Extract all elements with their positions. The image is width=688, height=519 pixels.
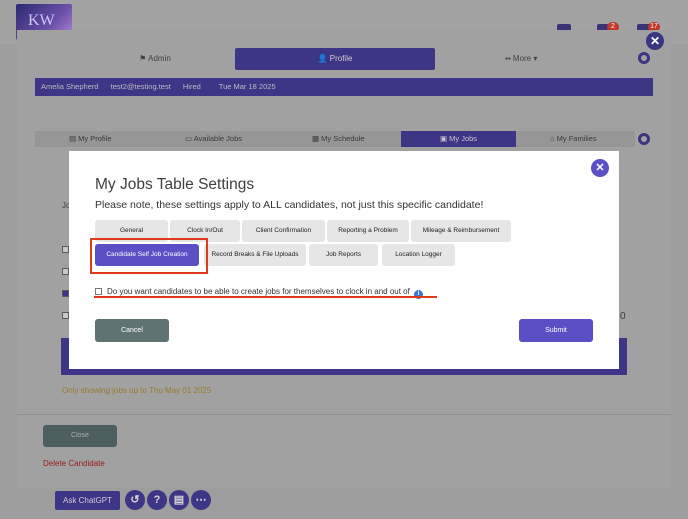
sub-tab-bar: ▤ My Profile ▭ Available Jobs ▦ My Sched… xyxy=(35,131,635,147)
tab-my-families-label: My Families xyxy=(556,134,597,143)
candidate-status: Hired xyxy=(182,82,201,91)
annotation-underline xyxy=(94,296,437,298)
tab-my-families[interactable]: ⌂ My Families xyxy=(550,131,597,147)
tab-admin-label: Admin xyxy=(148,54,171,63)
tab-location-logger[interactable]: Location Logger xyxy=(382,244,455,266)
close-icon[interactable]: ✕ xyxy=(591,159,609,177)
row-checkbox[interactable] xyxy=(62,290,69,297)
annotation-highlight-box xyxy=(90,238,208,274)
divider xyxy=(17,414,671,415)
tab-profile-label: Profile xyxy=(329,54,353,63)
tab-my-jobs[interactable]: ▣ My Jobs xyxy=(401,131,516,147)
tab-profile[interactable]: 👤 Profile xyxy=(235,48,435,70)
tab-admin[interactable]: ⚑ Admin xyxy=(95,48,215,70)
more-icon[interactable]: ⋯ xyxy=(191,490,211,510)
tab-record-breaks-file-uploads[interactable]: Record Breaks & File Uploads xyxy=(204,244,306,266)
row-checkbox[interactable] xyxy=(62,268,69,275)
tab-available-jobs-label: Available Jobs xyxy=(193,134,242,143)
tab-my-jobs-label: My Jobs xyxy=(449,134,478,143)
history-icon[interactable]: ↺ xyxy=(125,490,145,510)
tab-client-confirmation[interactable]: Client Confirmation xyxy=(242,220,325,242)
candidate-name: Amelia Shepherd xyxy=(41,82,99,91)
logo-text: KW xyxy=(28,12,55,29)
gear-icon[interactable] xyxy=(638,133,650,145)
tab-reporting-a-problem[interactable]: Reporting a Problem xyxy=(327,220,409,242)
close-panel-icon[interactable]: ✕ xyxy=(646,32,664,50)
tab-my-profile-label: My Profile xyxy=(78,134,112,143)
candidate-info-bar: Amelia Shepherd test2@testing.test Hired… xyxy=(35,78,653,96)
candidate-date: Tue Mar 18 2025 xyxy=(218,82,276,91)
modal-note: Please note, these settings apply to ALL… xyxy=(95,199,484,211)
row-checkbox[interactable] xyxy=(62,312,69,319)
settings-modal: ✕ My Jobs Table Settings Please note, th… xyxy=(69,151,619,369)
close-button[interactable]: Close xyxy=(43,425,117,447)
tab-job-reports[interactable]: Job Reports xyxy=(309,244,378,266)
submit-button[interactable]: Submit xyxy=(519,319,593,342)
tab-available-jobs[interactable]: ▭ Available Jobs xyxy=(185,131,242,147)
help-icon[interactable]: ? xyxy=(147,490,167,510)
document-icon[interactable]: ▤ xyxy=(169,490,189,510)
tab-more[interactable]: ▪▪ More ▾ xyxy=(505,48,585,70)
delete-candidate-link[interactable]: Delete Candidate xyxy=(43,459,105,468)
tab-my-schedule[interactable]: ▦ My Schedule xyxy=(312,131,365,147)
self-job-creation-question: Do you want candidates to be able to cre… xyxy=(107,287,410,296)
gear-icon[interactable] xyxy=(638,52,650,64)
ask-chatgpt-button[interactable]: Ask ChatGPT xyxy=(55,491,120,510)
showing-note: Only showing jobs up to Thu May 01 2025 xyxy=(62,386,212,395)
self-job-creation-checkbox[interactable] xyxy=(95,288,102,295)
tab-more-label: More xyxy=(512,54,532,63)
candidate-email: test2@testing.test xyxy=(110,82,171,91)
tab-my-profile[interactable]: ▤ My Profile xyxy=(69,131,112,147)
modal-title: My Jobs Table Settings xyxy=(95,176,255,193)
tab-my-schedule-label: My Schedule xyxy=(321,134,365,143)
row-checkbox[interactable] xyxy=(62,246,69,253)
tab-mileage-reimbursement[interactable]: Mileage & Reimbursement xyxy=(411,220,511,242)
partial-value: 0 xyxy=(620,311,626,322)
cancel-button[interactable]: Cancel xyxy=(95,319,169,342)
